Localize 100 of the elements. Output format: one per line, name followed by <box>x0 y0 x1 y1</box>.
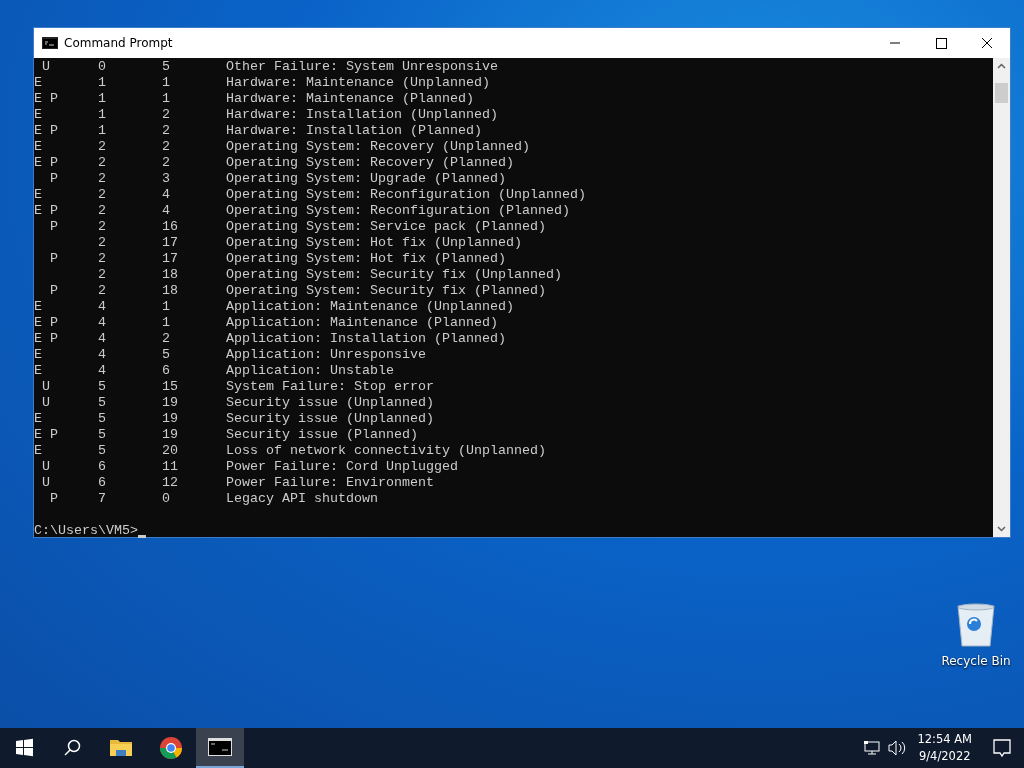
minor-code: 1 <box>162 299 171 315</box>
flags-text: E <box>34 443 43 459</box>
text-cursor <box>138 535 146 538</box>
reason-text: Other Failure: System Unresponsive <box>226 59 498 75</box>
minor-code: 16 <box>162 219 179 235</box>
major-code: 6 <box>98 475 107 491</box>
reason-text: Legacy API shutdown <box>226 491 378 507</box>
flags-text: U <box>41 379 51 395</box>
flags-text: E P <box>34 155 59 171</box>
reason-text: Hardware: Maintenance (Planned) <box>226 91 474 107</box>
flags-text: E <box>34 187 43 203</box>
reason-text: Security issue (Planned) <box>226 427 418 443</box>
reason-text: Operating System: Hot fix (Unplanned) <box>226 235 522 251</box>
minor-code: 19 <box>162 427 179 443</box>
major-code: 2 <box>98 251 107 267</box>
flags-text: P <box>49 251 59 267</box>
minor-code: 4 <box>162 203 171 219</box>
flags-text: E P <box>34 315 59 331</box>
flags-text: E <box>34 299 43 315</box>
flags-text: E P <box>34 331 59 347</box>
minor-code: 1 <box>162 91 171 107</box>
reason-text: Operating System: Security fix (Unplanned) <box>226 267 562 283</box>
reason-text: Operating System: Recovery (Unplanned) <box>226 139 530 155</box>
major-code: 5 <box>98 443 107 459</box>
minor-code: 6 <box>162 363 171 379</box>
major-code: 2 <box>98 283 107 299</box>
reason-text: Loss of network connectivity (Unplanned) <box>226 443 546 459</box>
window-title: Command Prompt <box>64 36 173 50</box>
major-code: 7 <box>98 491 107 507</box>
minor-code: 19 <box>162 395 179 411</box>
minor-code: 1 <box>162 315 171 331</box>
reason-text: Application: Maintenance (Unplanned) <box>226 299 514 315</box>
major-code: 1 <box>98 107 107 123</box>
flags-text: E P <box>34 203 59 219</box>
flags-text: P <box>49 171 59 187</box>
desktop-icon-label[interactable]: Recycle Bin <box>941 654 1011 668</box>
reason-text: Application: Unresponsive <box>226 347 426 363</box>
console-taskbar-button[interactable] <box>196 728 244 768</box>
minor-code: 2 <box>162 155 171 171</box>
reason-text: System Failure: Stop error <box>226 379 434 395</box>
major-code: 2 <box>98 235 107 251</box>
flags-text: E <box>34 107 43 123</box>
minor-code: 0 <box>162 491 171 507</box>
minor-code: 15 <box>162 379 179 395</box>
minor-code: 12 <box>162 475 179 491</box>
minor-code: 19 <box>162 411 179 427</box>
minor-code: 11 <box>162 459 179 475</box>
major-code: 4 <box>98 363 107 379</box>
reason-text: Application: Maintenance (Planned) <box>226 315 498 331</box>
reason-text: Power Failure: Cord Unplugged <box>226 459 458 475</box>
reason-text: Hardware: Installation (Unplanned) <box>226 107 498 123</box>
flags-text: E <box>34 411 43 427</box>
major-code: 5 <box>98 411 107 427</box>
reason-text: Power Failure: Environment <box>226 475 434 491</box>
console-icon <box>42 37 58 49</box>
reason-text: Operating System: Service pack (Planned) <box>226 219 546 235</box>
minor-code: 2 <box>162 331 171 347</box>
major-code: 2 <box>98 171 107 187</box>
major-code: 1 <box>98 91 107 107</box>
major-code: 6 <box>98 459 107 475</box>
reason-text: Operating System: Reconfiguration (Planned) <box>226 203 570 219</box>
scroll-thumb[interactable] <box>995 83 1008 103</box>
major-code: 2 <box>98 139 107 155</box>
flags-text: P <box>49 283 59 299</box>
minor-code: 4 <box>162 187 171 203</box>
recycle-bin-icon[interactable] <box>956 602 996 648</box>
minor-code: 17 <box>162 251 179 267</box>
major-code: 4 <box>98 315 107 331</box>
flags-text: E P <box>34 427 59 443</box>
minor-code: 2 <box>162 107 171 123</box>
flags-text: E <box>34 363 43 379</box>
minor-code: 18 <box>162 283 179 299</box>
major-code: 4 <box>98 331 107 347</box>
flags-text: U <box>41 59 51 75</box>
reason-text: Operating System: Upgrade (Planned) <box>226 171 506 187</box>
reason-text: Application: Installation (Planned) <box>226 331 506 347</box>
major-code: 4 <box>98 347 107 363</box>
major-code: 2 <box>98 187 107 203</box>
major-code: 5 <box>98 427 107 443</box>
minor-code: 1 <box>162 75 171 91</box>
minor-code: 5 <box>162 59 171 75</box>
reason-text: Operating System: Hot fix (Planned) <box>226 251 506 267</box>
major-code: 2 <box>98 203 107 219</box>
reason-text: Security issue (Unplanned) <box>226 411 434 427</box>
clock[interactable]: 12:54 AM 9/4/2022 <box>917 731 972 765</box>
major-code: 5 <box>98 395 107 411</box>
major-code: 1 <box>98 75 107 91</box>
reason-text: Operating System: Security fix (Planned) <box>226 283 546 299</box>
flags-text: E <box>34 75 43 91</box>
flags-text: U <box>41 459 51 475</box>
major-code: 2 <box>98 267 107 283</box>
major-code: 4 <box>98 299 107 315</box>
minor-code: 2 <box>162 123 171 139</box>
console-icon <box>208 738 232 756</box>
minor-code: 2 <box>162 139 171 155</box>
reason-text: Hardware: Installation (Planned) <box>226 123 482 139</box>
minor-code: 18 <box>162 267 179 283</box>
minor-code: 20 <box>162 443 179 459</box>
minor-code: 5 <box>162 347 171 363</box>
minor-code: 3 <box>162 171 171 187</box>
